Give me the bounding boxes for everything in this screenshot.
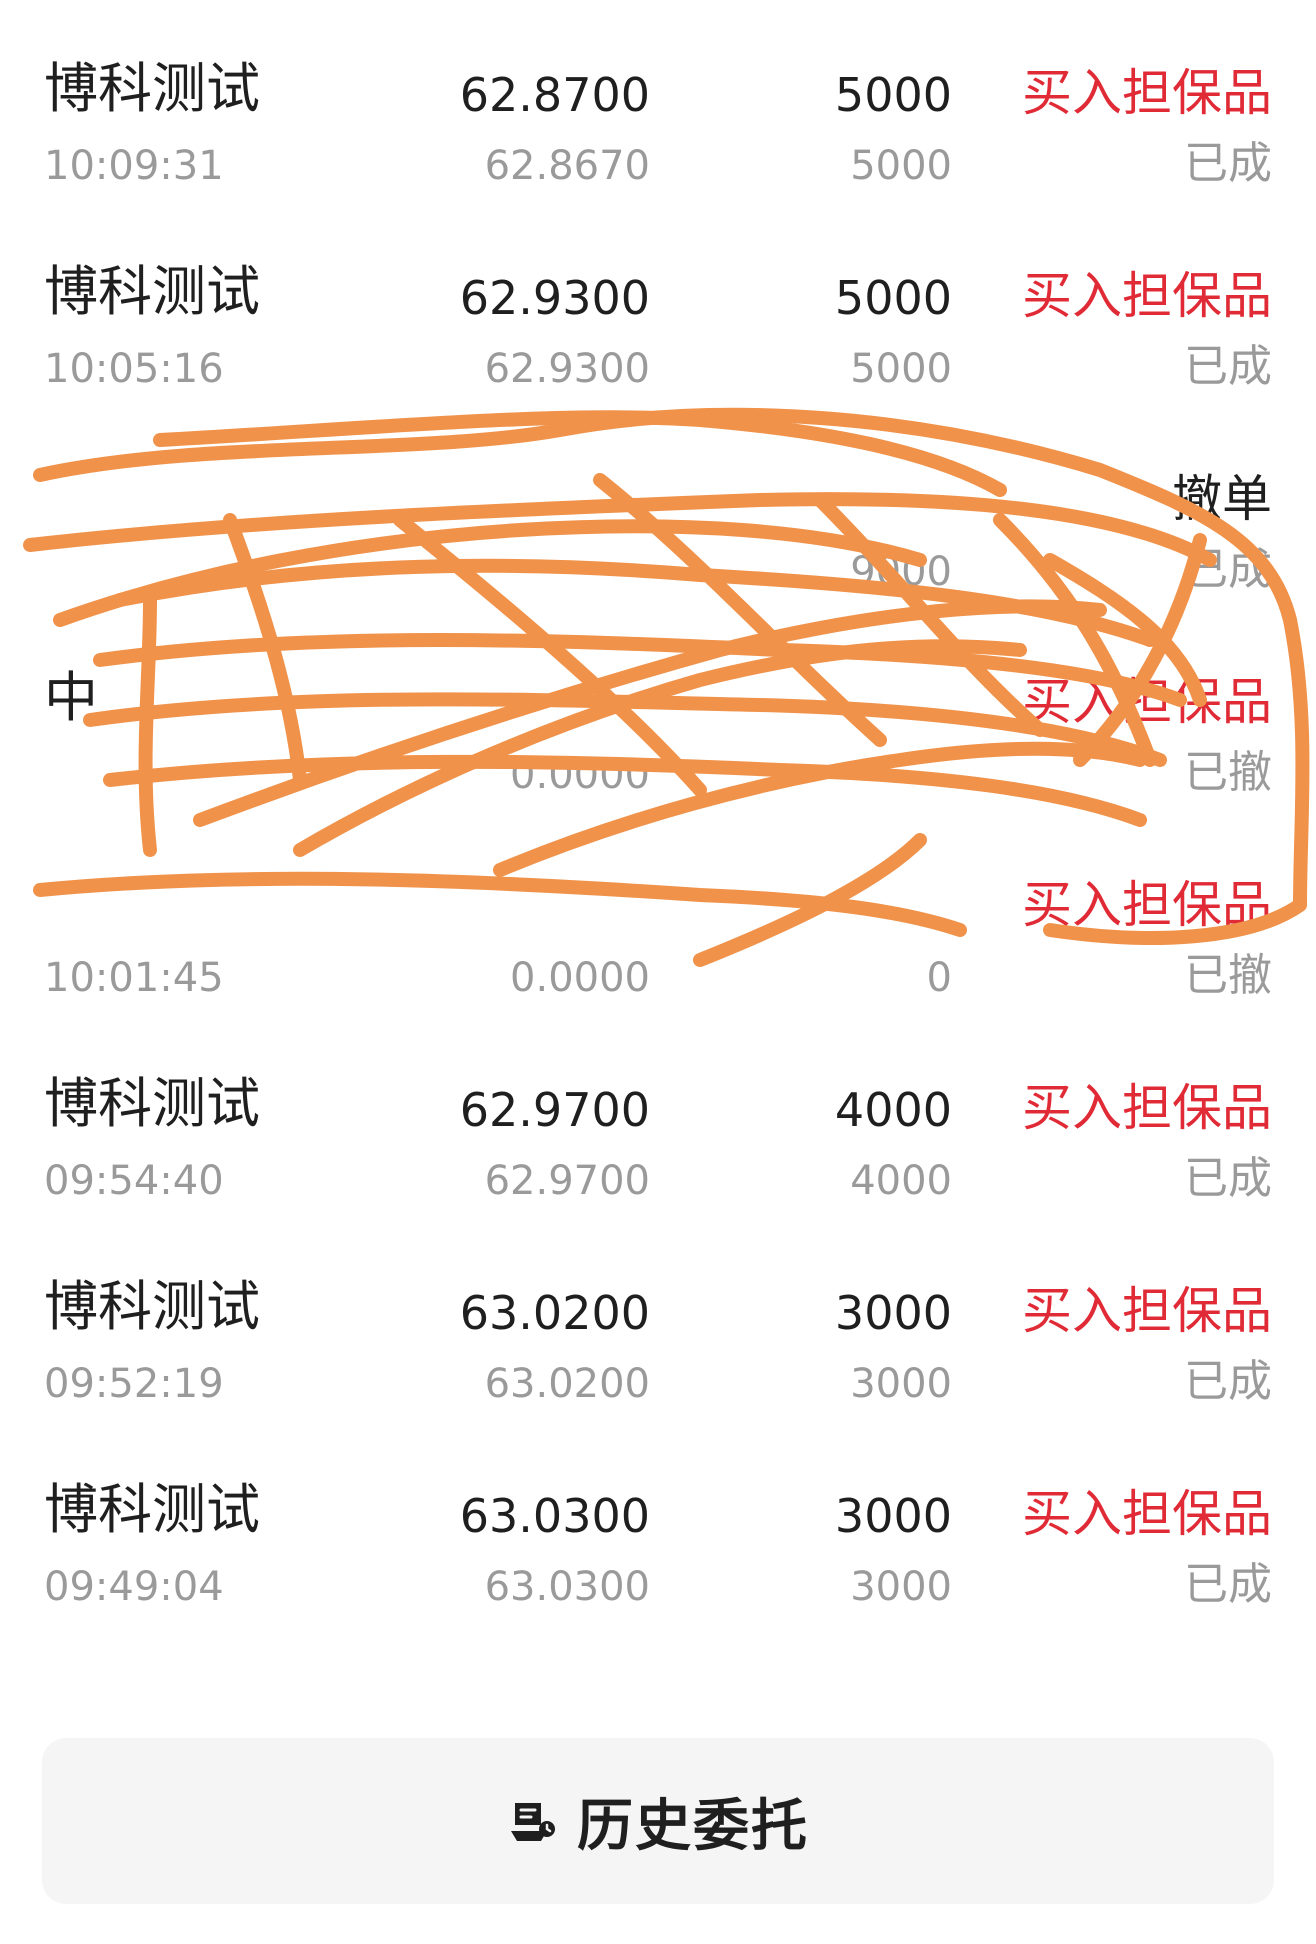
order-status: 已撤: [1184, 950, 1272, 1001]
order-price: 62.8700: [459, 68, 650, 122]
deal-quantity: 4000: [850, 1158, 952, 1204]
stock-name: 博科测试: [44, 57, 260, 120]
order-price: 62.9300: [459, 271, 650, 325]
deal-quantity: 9000: [850, 549, 952, 595]
order-row[interactable]: 博科测试 09:49:04 63.0300 63.0300 3000 3000 …: [0, 1421, 1316, 1624]
deal-price: 62.9700: [484, 1158, 650, 1204]
order-time: 09:54:40: [44, 1158, 224, 1204]
order-status: 已成: [1184, 138, 1272, 189]
order-row[interactable]: 博科测试 10:05:16 62.9300 62.9300 5000 5000 …: [0, 203, 1316, 406]
history-orders-icon: [507, 1795, 559, 1847]
order-time: 09:49:04: [44, 1564, 224, 1610]
deal-price: 0.0000: [510, 752, 650, 798]
order-quantity: 5000: [834, 271, 952, 325]
stock-name: 博科测试: [44, 260, 260, 323]
order-status: 已成: [1184, 1153, 1272, 1204]
order-status: 已成: [1184, 544, 1272, 595]
order-quantity: 4000: [834, 1083, 952, 1137]
order-row[interactable]: 博科测试 09:52:19 63.0200 63.0200 3000 3000 …: [0, 1218, 1316, 1421]
deal-price: 0.0000: [510, 955, 650, 1001]
order-type: 买入担保品: [1022, 673, 1272, 731]
order-quantity: 3000: [834, 1286, 952, 1340]
order-type: 买入担保品: [1022, 1079, 1272, 1137]
deal-price: 63.0200: [484, 1361, 650, 1407]
stock-name: 博科测试: [44, 1478, 260, 1541]
order-type: 买入担保品: [1022, 876, 1272, 934]
deal-price: 62.8670: [484, 143, 650, 189]
order-row[interactable]: 博科测试 10:09:31 62.8700 62.8670 5000 5000 …: [0, 0, 1316, 203]
order-status: 已成: [1184, 341, 1272, 392]
deal-quantity: 5000: [850, 346, 952, 392]
order-price: 63.0300: [459, 1489, 650, 1543]
stock-name: 博科测试: [44, 1275, 260, 1338]
order-status: 已撤: [1184, 747, 1272, 798]
deal-quantity: 0: [926, 955, 952, 1001]
order-row[interactable]: 9000 撤单 已成: [0, 406, 1316, 609]
order-row[interactable]: 中 0.0000 买入担保品 已撤: [0, 609, 1316, 812]
order-time: 10:05:16: [44, 346, 224, 392]
deal-quantity: 3000: [850, 1564, 952, 1610]
order-type: 买入担保品: [1022, 64, 1272, 122]
order-status: 已成: [1184, 1559, 1272, 1610]
order-type: 买入担保品: [1022, 1282, 1272, 1340]
deal-quantity: 5000: [850, 143, 952, 189]
order-type: 买入担保品: [1022, 1485, 1272, 1543]
history-orders-label: 历史委托: [577, 1793, 809, 1859]
order-type: 撤单: [1172, 470, 1272, 528]
order-time: 10:01:45: [44, 955, 224, 1001]
order-price: 62.9700: [459, 1083, 650, 1137]
order-quantity: 3000: [834, 1489, 952, 1543]
order-time: 09:52:19: [44, 1361, 224, 1407]
deal-price: 63.0300: [484, 1564, 650, 1610]
order-row[interactable]: 博科测试 09:54:40 62.9700 62.9700 4000 4000 …: [0, 1015, 1316, 1218]
order-status: 已成: [1184, 1356, 1272, 1407]
deal-quantity: 3000: [850, 1361, 952, 1407]
order-quantity: 5000: [834, 68, 952, 122]
order-type: 买入担保品: [1022, 267, 1272, 325]
stock-name: 博科测试: [44, 1072, 260, 1135]
order-time: 10:09:31: [44, 143, 224, 189]
history-orders-button[interactable]: 历史委托: [42, 1738, 1274, 1904]
stock-name: 中: [44, 666, 98, 729]
order-row[interactable]: 10:01:45 0.0000 0 买入担保品 已撤: [0, 812, 1316, 1015]
order-price: 63.0200: [459, 1286, 650, 1340]
deal-price: 62.9300: [484, 346, 650, 392]
